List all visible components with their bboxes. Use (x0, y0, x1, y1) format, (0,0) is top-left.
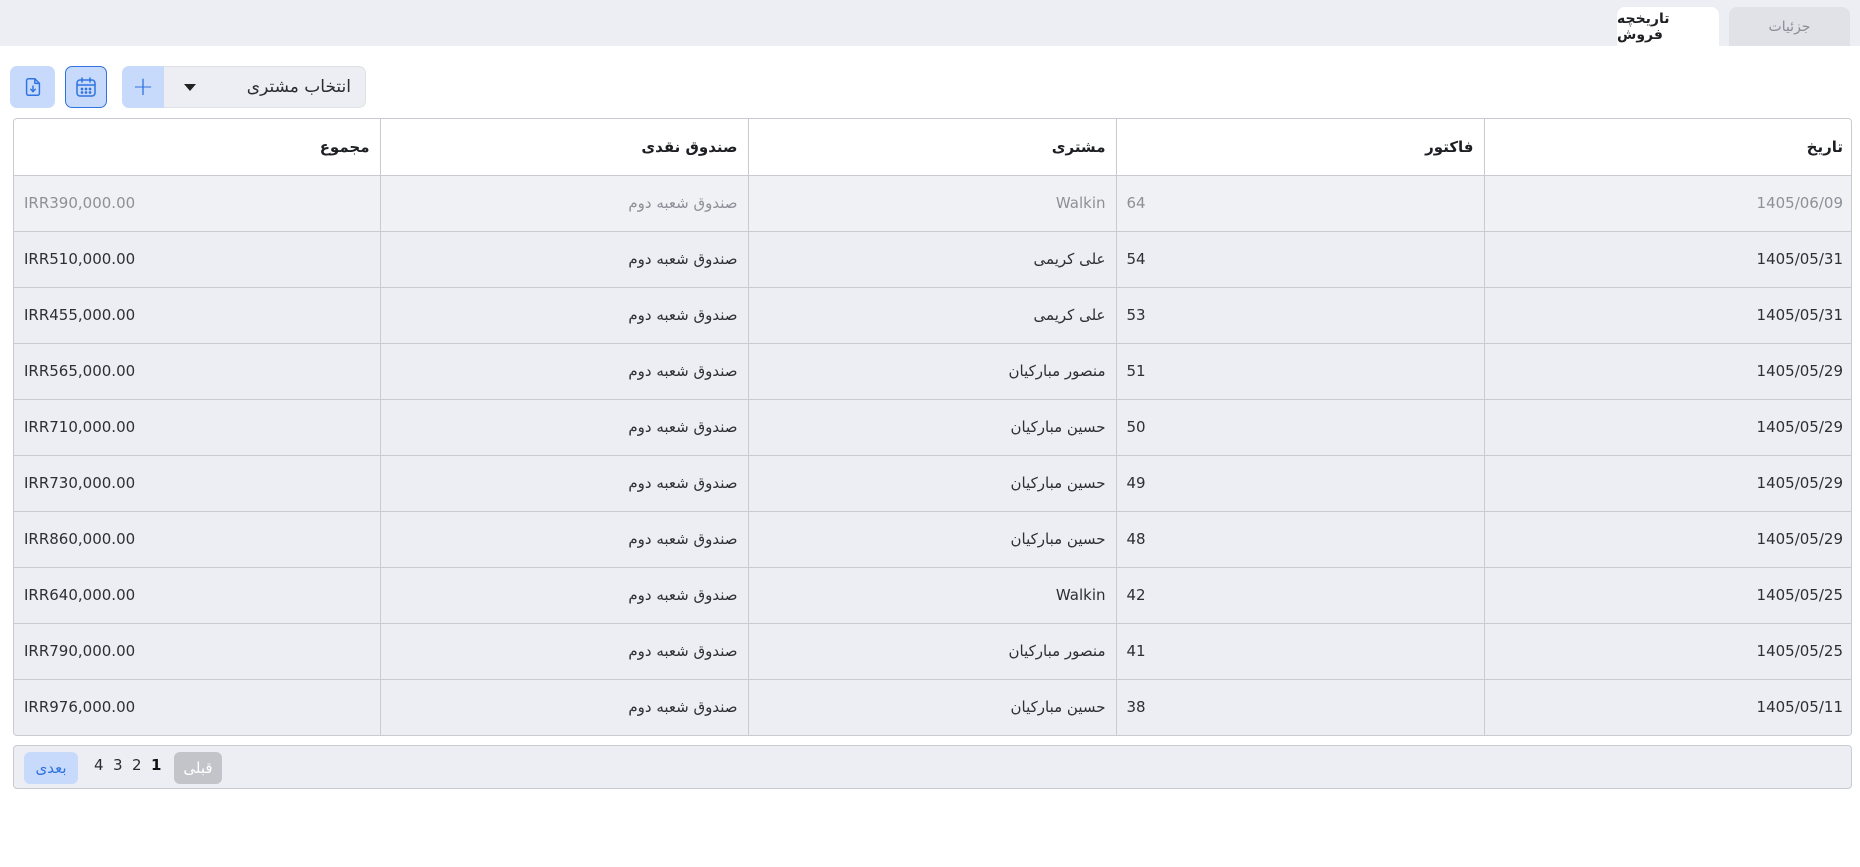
cell-date: 1405/05/31 (1483, 286, 1851, 344)
cell-customer: علی کریمی (747, 230, 1117, 288)
col-cash-box-header[interactable]: صندوق نقدی (379, 119, 749, 176)
cell-date: 1405/06/09 (1483, 174, 1851, 232)
cell-date: 1405/05/29 (1483, 454, 1851, 512)
table-row[interactable]: 1405/06/09 64 Walkin صندوق شعبه دوم IRR390,0… (14, 174, 1851, 232)
table-row[interactable]: 1405/05/29 51 منصور مبارکیان صندوق شعبه دوم… (14, 342, 1851, 400)
tab-details[interactable]: جزئیات (1729, 7, 1850, 46)
col-total-header[interactable]: مجموع (14, 119, 381, 176)
col-date-header[interactable]: تاریخ (1483, 119, 1851, 176)
invoice-number: 41 (1126, 642, 1146, 660)
cell-cash-box: صندوق شعبه دوم (379, 510, 749, 568)
cell-customer: حسین مبارکیان (747, 454, 1117, 512)
table-row[interactable]: 1405/05/25 41 منصور مبارکیان صندوق شعبه دوم… (14, 622, 1851, 680)
invoice-number: 53 (1126, 306, 1146, 324)
pagination: بعدی 4 3 2 1 قبلی (13, 745, 1852, 789)
table-row[interactable]: 1405/05/29 48 حسین مبارکیان صندوق شعبه دوم I… (14, 510, 1851, 568)
table-row[interactable]: 1405/05/29 49 حسین مبارکیان صندوق شعبه دوم I… (14, 454, 1851, 512)
cell-customer: Walkin (747, 174, 1117, 232)
cell-invoice: 51 (1115, 342, 1485, 400)
cell-customer: منصور مبارکیان (747, 622, 1117, 680)
cell-invoice: 49 (1115, 454, 1485, 512)
cell-date: 1405/05/31 (1483, 230, 1851, 288)
cell-customer: حسین مبارکیان (747, 510, 1117, 568)
cell-total: IRR455,000.00 (14, 286, 381, 344)
chevron-down-icon (184, 84, 196, 91)
cell-customer: حسین مبارکیان (747, 678, 1117, 735)
top-tab-bar: جزئیات تاریخچه فروش (0, 0, 1860, 46)
invoice-number: 54 (1126, 250, 1146, 268)
cell-customer: منصور مبارکیان (747, 342, 1117, 400)
calendar-button[interactable] (65, 66, 107, 108)
tab-strip: جزئیات تاریخچه فروش (1617, 7, 1850, 46)
cell-invoice: 50 (1115, 398, 1485, 456)
col-invoice-header[interactable]: فاکتور (1115, 119, 1485, 176)
cell-cash-box: صندوق شعبه دوم (379, 230, 749, 288)
cell-date: 1405/05/29 (1483, 510, 1851, 568)
cell-cash-box: صندوق شعبه دوم (379, 454, 749, 512)
cell-date: 1405/05/11 (1483, 678, 1851, 735)
table-row[interactable]: 1405/05/31 53 علی کریمی صندوق شعبه دوم IRR45… (14, 286, 1851, 344)
cell-cash-box: صندوق شعبه دوم (379, 678, 749, 735)
cell-invoice: 54 (1115, 230, 1485, 288)
invoice-number: 50 (1126, 418, 1146, 436)
invoice-number: 64 (1126, 194, 1146, 212)
cell-invoice: 48 (1115, 510, 1485, 568)
cell-cash-box: صندوق شعبه دوم (379, 342, 749, 400)
invoice-number: 42 (1126, 586, 1146, 604)
cell-customer: حسین مبارکیان (747, 398, 1117, 456)
cell-invoice: 42 (1115, 566, 1485, 624)
cell-cash-box: صندوق شعبه دوم (379, 622, 749, 680)
cell-invoice: 41 (1115, 622, 1485, 680)
page-1[interactable]: 1 (151, 756, 161, 774)
invoice-number: 38 (1126, 698, 1146, 717)
add-customer-button[interactable]: + (122, 66, 164, 108)
col-customer-header[interactable]: مشتری (747, 119, 1117, 176)
cell-total: IRR390,000.00 (14, 174, 381, 232)
page-4[interactable]: 4 (94, 756, 104, 774)
tab-sales-history[interactable]: تاریخچه فروش (1617, 7, 1719, 46)
cell-customer: Walkin (747, 566, 1117, 624)
cell-total: IRR860,000.00 (14, 510, 381, 568)
cell-invoice: 53 (1115, 286, 1485, 344)
invoice-number: 48 (1126, 530, 1146, 548)
cell-date: 1405/05/29 (1483, 398, 1851, 456)
file-export-icon (25, 78, 40, 96)
cell-total: IRR565,000.00 (14, 342, 381, 400)
cell-total: IRR790,000.00 (14, 622, 381, 680)
next-page-button[interactable]: بعدی (24, 752, 78, 784)
cell-date: 1405/05/25 (1483, 566, 1851, 624)
cell-total: IRR730,000.00 (14, 454, 381, 512)
prev-page-button[interactable]: قبلی (174, 752, 222, 784)
invoice-number: 49 (1126, 474, 1146, 492)
cell-total: IRR510,000.00 (14, 230, 381, 288)
cell-cash-box: صندوق شعبه دوم (379, 566, 749, 624)
cell-date: 1405/05/25 (1483, 622, 1851, 680)
table-row[interactable]: 1405/05/29 50 حسین مبارکیان صندوق شعبه دوم I… (14, 398, 1851, 456)
cell-cash-box: صندوق شعبه دوم (379, 286, 749, 344)
export-button[interactable] (10, 66, 55, 108)
page-3[interactable]: 3 (113, 756, 123, 774)
cell-total: IRR640,000.00 (14, 566, 381, 624)
calendar-icon (76, 77, 96, 97)
cell-invoice: 64 (1115, 174, 1485, 232)
cell-customer: علی کریمی (747, 286, 1117, 344)
page-2[interactable]: 2 (132, 756, 142, 774)
table-row[interactable]: 1405/05/25 42 Walkin صندوق شعبه دوم IRR640,0… (14, 566, 1851, 624)
plus-icon: + (132, 72, 154, 102)
table-row[interactable]: 1405/05/11 38 حسین مبارکیان صندوق شعبه دوم I… (14, 678, 1851, 735)
cell-cash-box: صندوق شعبه دوم (379, 398, 749, 456)
cell-date: 1405/05/29 (1483, 342, 1851, 400)
customer-select-label: انتخاب مشتری (246, 77, 351, 97)
table-header-row: تاریخ فاکتور مشتری صندوق نقدی مجموع (14, 119, 1851, 176)
cell-total: IRR710,000.00 (14, 398, 381, 456)
customer-select[interactable]: انتخاب مشتری (164, 66, 366, 108)
cell-total: IRR976,000.00 (14, 678, 381, 735)
cell-invoice: 38 (1115, 678, 1485, 735)
invoice-number: 51 (1126, 362, 1146, 380)
sales-history-table: تاریخ فاکتور مشتری صندوق نقدی مجموع 1405… (13, 118, 1852, 736)
table-row[interactable]: 1405/05/31 54 علی کریمی صندوق شعبه دوم IRR51… (14, 230, 1851, 288)
cell-cash-box: صندوق شعبه دوم (379, 174, 749, 232)
